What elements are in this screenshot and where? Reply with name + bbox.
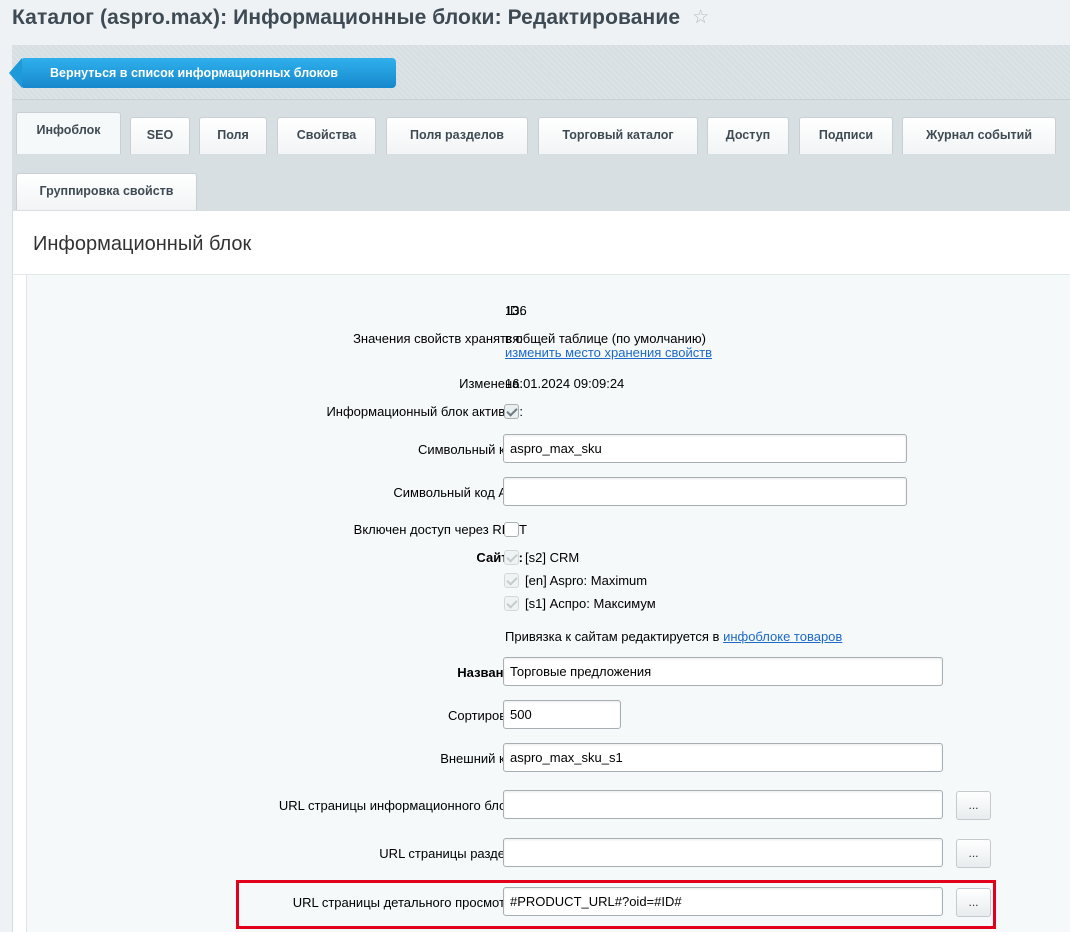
tab-trade-catalog[interactable]: Торговый каталог bbox=[538, 117, 698, 154]
site-s2-label: [s2] CRM bbox=[525, 550, 580, 565]
tab-fields[interactable]: Поля bbox=[199, 117, 267, 154]
sites-note: Привязка к сайтам редактируется в инфобл… bbox=[505, 629, 842, 644]
section-url-input[interactable] bbox=[503, 838, 943, 867]
active-label: Информационный блок активен: bbox=[326, 404, 523, 419]
site-en-label: [en] Aspro: Maximum bbox=[525, 573, 648, 588]
back-to-list-button[interactable]: Вернуться в список информационных блоков bbox=[9, 58, 396, 88]
api-code-input[interactable] bbox=[503, 477, 907, 506]
list-url-input[interactable] bbox=[503, 790, 943, 819]
ext-code-input[interactable]: aspro_max_sku_s1 bbox=[503, 743, 943, 772]
section-url-label: URL страницы раздела: bbox=[379, 846, 523, 861]
tab-infoblock[interactable]: Инфоблок bbox=[16, 112, 121, 154]
form-area: ID: 136 Значения свойств хранятся: в общ… bbox=[26, 275, 1070, 932]
site-s2-checkbox[interactable] bbox=[504, 550, 519, 565]
tab-seo[interactable]: SEO bbox=[130, 117, 190, 154]
storage-value: в общей таблице (по умолчанию) bbox=[505, 331, 707, 346]
site-en-checkbox[interactable] bbox=[504, 573, 519, 588]
star-icon[interactable]: ☆ bbox=[692, 6, 709, 29]
page-title: Каталог (aspro.max): Информационные блок… bbox=[12, 6, 709, 30]
toolbar: Вернуться в список информационных блоков bbox=[9, 45, 1070, 99]
rest-label: Включен доступ через REST bbox=[353, 522, 527, 537]
tab-event-log[interactable]: Журнал событий bbox=[902, 117, 1056, 154]
list-url-label: URL страницы информационного блока: bbox=[278, 798, 523, 813]
list-url-browse-button[interactable]: ... bbox=[956, 791, 991, 820]
sites-note-text: Привязка к сайтам редактируется в bbox=[505, 629, 720, 644]
sort-input[interactable]: 500 bbox=[503, 700, 621, 729]
tab-property-grouping[interactable]: Группировка свойств bbox=[16, 173, 197, 210]
highlight-box bbox=[236, 880, 996, 929]
storage-label: Значения свойств хранятся: bbox=[353, 331, 523, 346]
change-storage-link[interactable]: изменить место хранения свойств bbox=[505, 345, 712, 360]
tab-section-fields[interactable]: Поля разделов bbox=[386, 117, 528, 154]
site-s1-checkbox[interactable] bbox=[504, 596, 519, 611]
tab-bar: Инфоблок SEO Поля Свойства Поля разделов… bbox=[12, 99, 1070, 211]
rest-checkbox[interactable] bbox=[504, 522, 519, 537]
tab-properties[interactable]: Свойства bbox=[277, 117, 376, 154]
modified-value: 16.01.2024 09:09:24 bbox=[505, 376, 625, 391]
active-checkbox[interactable] bbox=[504, 404, 519, 419]
code-input[interactable]: aspro_max_sku bbox=[503, 434, 907, 463]
name-input[interactable]: Торговые предложения bbox=[503, 657, 943, 686]
tab-access[interactable]: Доступ bbox=[707, 117, 789, 154]
infoblock-products-link[interactable]: инфоблоке товаров bbox=[723, 629, 842, 644]
tab-labels[interactable]: Подписи bbox=[799, 117, 893, 154]
content-card: Информационный блок ID: 136 Значения сво… bbox=[12, 211, 1070, 932]
site-s1-label: [s1] Аспро: Максимум bbox=[525, 596, 656, 611]
section-url-browse-button[interactable]: ... bbox=[956, 839, 991, 868]
id-value: 136 bbox=[505, 303, 527, 318]
section-title: Информационный блок bbox=[33, 233, 252, 255]
page-title-text: Каталог (aspro.max): Информационные блок… bbox=[12, 6, 681, 29]
